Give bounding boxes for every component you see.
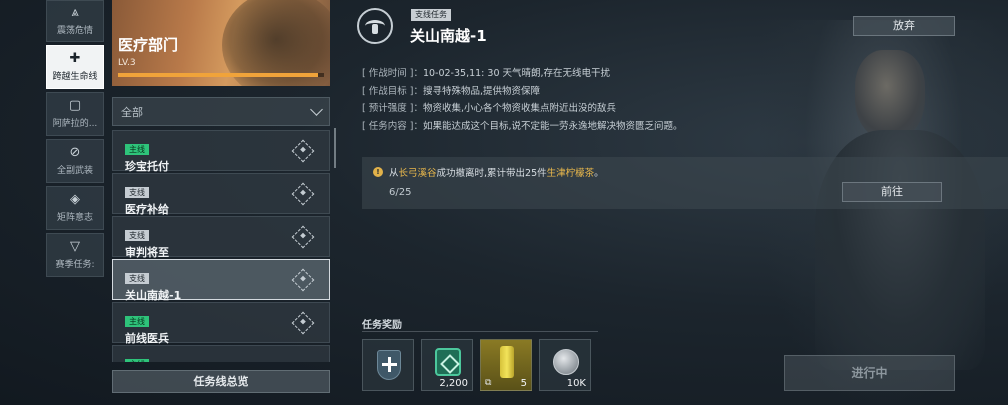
reward-item[interactable]: ⧉ 5 (480, 339, 532, 391)
quest-info: [ 作战时间 ]： 10-02-35,11: 30 天气晴朗,存在无线电干扰 [… (362, 65, 782, 135)
rail-item-asala[interactable]: ▢ 阿萨拉的... (46, 92, 104, 136)
triangle-icon: ▽ (70, 239, 80, 254)
goal-progress: 6/25 (389, 187, 412, 198)
mission-item[interactable]: 主线 珍宝托付 (112, 130, 330, 173)
info-label: [ 任务内容 ]： (362, 120, 423, 132)
info-icon: ! (373, 167, 383, 177)
mission-name: 关山南越-1 (125, 289, 182, 302)
mission-item[interactable]: 支线 医疗补给 (112, 173, 330, 216)
rail-item-shock-crisis[interactable]: ⩓ 震荡危情 (46, 0, 104, 42)
category-rail: ⩓ 震荡危情 ✚ 跨越生命线 ▢ 阿萨拉的... ⊘ 全副武装 ◈ 矩阵意志 ▽… (46, 0, 104, 280)
reward-item[interactable]: 10K (539, 339, 591, 391)
info-label: [ 作战目标 ]： (362, 85, 423, 97)
department-title: 医疗部门 (118, 36, 179, 54)
info-label: [ 预计强度 ]： (362, 103, 423, 114)
info-row-intensity: [ 预计强度 ]： 物资收集,小心各个物资收集点附近出没的敌兵 (362, 100, 782, 118)
square-icon: ▢ (68, 98, 82, 113)
rail-item-label: 矩阵意志 (56, 213, 93, 223)
rail-item-matrix[interactable]: ◈ 矩阵意志 (46, 186, 104, 230)
rail-item-label: 全副武装 (56, 166, 93, 176)
rail-item-label: 跨越生命线 (52, 72, 98, 82)
quest-title: 关山南越-1 (410, 27, 487, 45)
quest-type-tag: 支线任务 (411, 9, 451, 21)
mission-name: 审判将至 (125, 246, 169, 259)
level-progress-fill (118, 73, 318, 77)
mission-name: 医疗补给 (125, 203, 169, 216)
rewards-label: 任务奖励 (362, 320, 402, 331)
goal-place: 长弓溪谷 (398, 168, 437, 179)
info-value: 10-02-35,11: 30 天气晴朗,存在无线电干扰 (422, 68, 611, 79)
reward-count: 10K (566, 378, 586, 389)
faction-emblem-icon (357, 8, 393, 44)
mission-list-scrollbar[interactable] (334, 128, 336, 168)
info-value: 搜寻特殊物品,提供物资保障 (422, 85, 540, 97)
mission-tag: 主线 (125, 359, 149, 362)
rail-item-label: 赛季任务: (55, 260, 95, 270)
character-head (855, 50, 925, 140)
green-badge-icon (435, 348, 461, 376)
info-row-content: [ 任务内容 ]： 如果能达成这个目标,说不定能一劳永逸地解决物资匮乏问题。 (362, 118, 782, 136)
mission-tag: 支线 (125, 273, 149, 284)
mission-name: 珍宝托付 (125, 160, 169, 173)
mission-tag: 主线 (125, 316, 149, 327)
reward-count: 2,200 (439, 378, 468, 389)
rewards-divider (362, 331, 598, 332)
arrow-up-icon: ⩓ (71, 5, 79, 20)
info-row-objective: [ 作战目标 ]： 搜寻特殊物品,提供物资保障 (362, 83, 782, 101)
silver-coin-icon (553, 349, 579, 375)
background-character (760, 20, 1008, 405)
info-value: 如果能达成这个目标,说不定能一劳永逸地解决物资匮乏问题。 (422, 120, 683, 132)
info-row-time: [ 作战时间 ]： 10-02-35,11: 30 天气晴朗,存在无线电干扰 (362, 65, 782, 83)
level-progress-bar (118, 73, 324, 77)
slash-circle-icon: ⊘ (69, 145, 81, 160)
plus-icon: ✚ (69, 51, 81, 66)
goal-item: 生津柠檬茶 (546, 168, 595, 179)
abandon-button[interactable]: 放弃 (853, 16, 955, 36)
mission-tag: 支线 (125, 187, 149, 198)
rail-item-season[interactable]: ▽ 赛季任务: (46, 233, 104, 277)
goal-text: 从长弓溪谷成功撤离时,累计带出25件生津柠檬茶。 (389, 168, 604, 179)
mission-tag: 支线 (125, 230, 149, 241)
goto-button[interactable]: 前往 (842, 182, 942, 202)
mission-name: 前线医兵 (125, 332, 169, 345)
filter-selected: 全部 (121, 105, 143, 119)
reward-item[interactable]: 2,200 (421, 339, 473, 391)
reward-count: 5 (520, 378, 527, 389)
mission-item-selected[interactable]: 支线 关山南越-1 (112, 259, 330, 302)
rail-item-label: 震荡危情 (56, 26, 93, 36)
reward-item[interactable] (362, 339, 414, 391)
mission-list: 主线 珍宝托付 支线 医疗补给 支线 审判将至 支线 关山南越-1 主线 前线医… (112, 130, 330, 362)
info-label: [ 作战时间 ]： (362, 68, 423, 79)
mission-item[interactable]: 支线 审判将至 (112, 216, 330, 259)
rail-item-lifeline[interactable]: ✚ 跨越生命线 (46, 45, 104, 89)
chevron-down-icon (310, 103, 323, 116)
rail-item-armed[interactable]: ⊘ 全副武装 (46, 139, 104, 183)
department-level: LV.3 (118, 58, 136, 68)
mission-line-overview-button[interactable]: 任务线总览 (112, 370, 330, 393)
in-progress-button[interactable]: 进行中 (784, 355, 955, 391)
lemon-tea-can-icon (500, 346, 514, 378)
mission-tag: 主线 (125, 144, 149, 155)
mission-item[interactable]: 主线 前线医兵 (112, 302, 330, 345)
rail-item-label: 阿萨拉的... (52, 119, 98, 129)
diamond-icon: ◈ (70, 192, 80, 207)
mission-item[interactable]: 主线 (112, 345, 330, 362)
mission-filter-dropdown[interactable]: 全部 (112, 97, 330, 126)
info-value: 物资收集,小心各个物资收集点附近出没的敌兵 (422, 103, 616, 114)
department-banner: 医疗部门 LV.3 (112, 0, 330, 86)
medical-shield-icon (377, 350, 401, 380)
bind-icon: ⧉ (485, 378, 492, 388)
